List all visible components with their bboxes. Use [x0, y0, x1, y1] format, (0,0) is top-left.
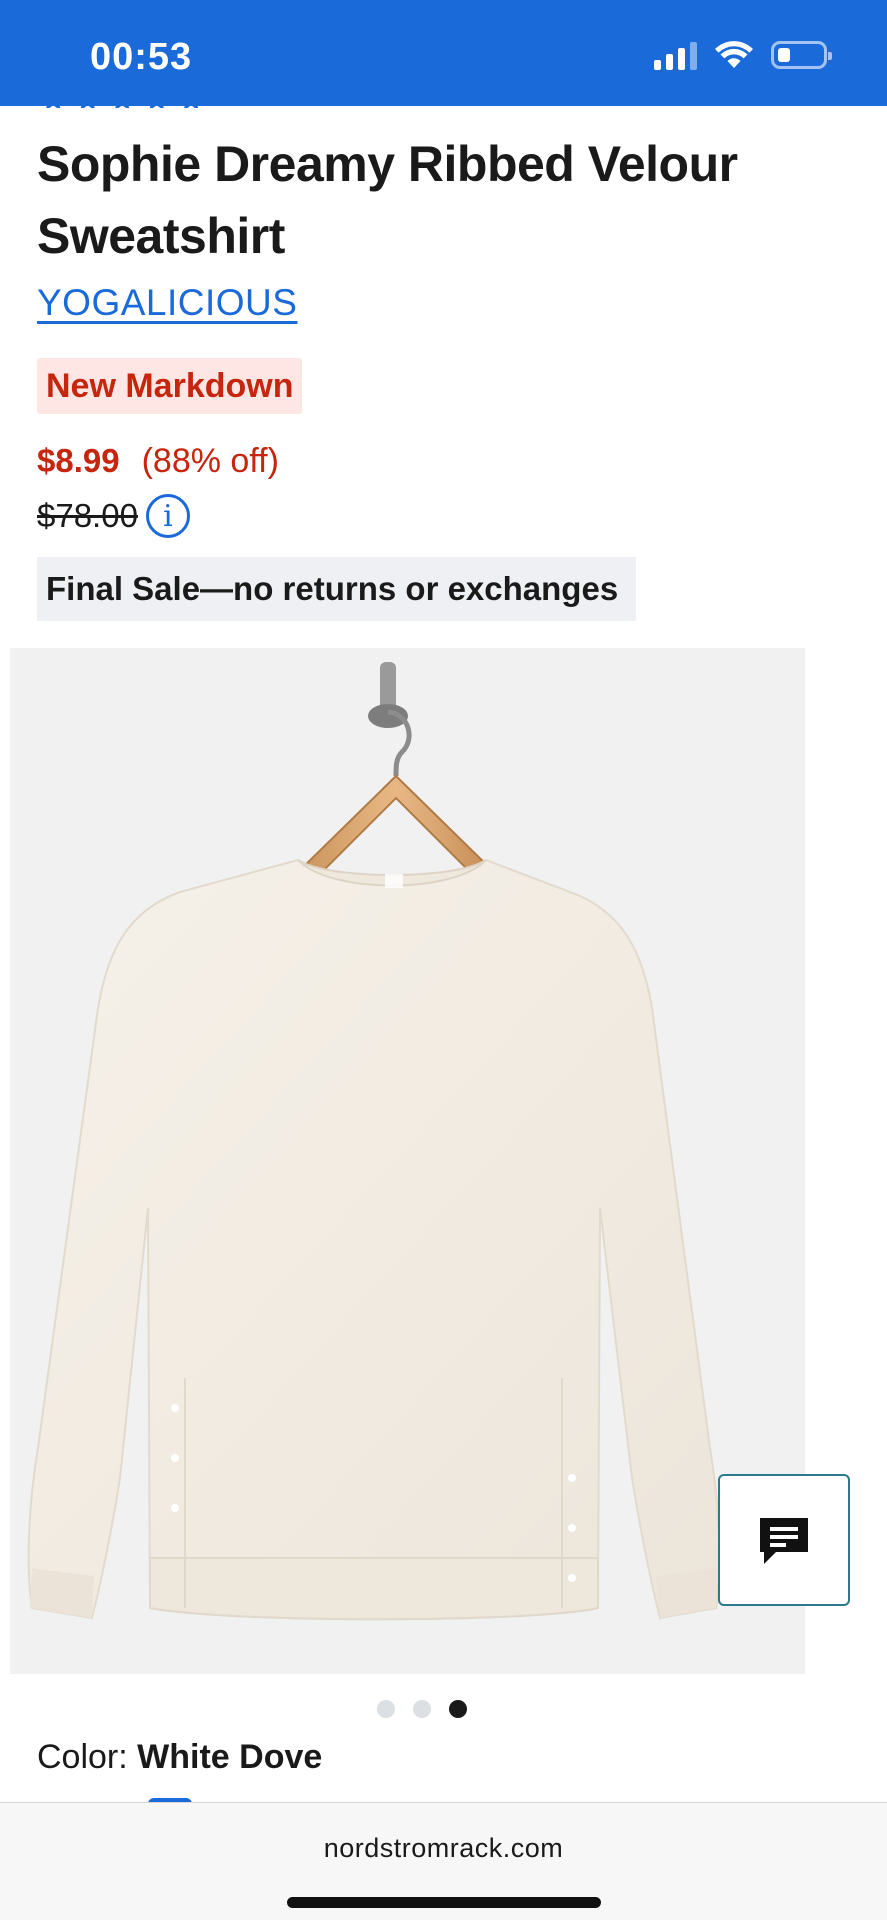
product-image[interactable] [10, 648, 805, 1674]
chat-icon [760, 1518, 808, 1564]
color-value: White Dove [137, 1738, 323, 1776]
chat-button[interactable] [718, 1474, 850, 1606]
image-carousel-dots [377, 1700, 467, 1718]
color-label: Color: [37, 1738, 128, 1776]
browser-url-bar[interactable]: nordstromrack.com [0, 1802, 887, 1920]
url-text[interactable]: nordstromrack.com [0, 1833, 887, 1864]
markdown-badge: New Markdown [37, 358, 303, 414]
status-icons [654, 40, 832, 70]
price-row: $8.99 (88% off) [37, 442, 279, 481]
final-sale-notice: Final Sale—no returns or exchanges [37, 557, 637, 621]
product-title: Sophie Dreamy Ribbed Velour Sweatshirt [37, 136, 738, 264]
battery-icon [771, 41, 832, 69]
sweatshirt-illustration [27, 662, 721, 1621]
status-time: 00:53 [90, 36, 193, 78]
discount-percent: (88% off) [141, 442, 279, 480]
status-bar: 00:53 [0, 0, 887, 106]
carousel-dot[interactable] [413, 1700, 431, 1718]
info-icon[interactable]: i [145, 494, 190, 538]
carousel-dot-active[interactable] [449, 1700, 467, 1718]
home-indicator[interactable] [287, 1897, 601, 1908]
original-price-row: $78.00 i [37, 494, 190, 538]
rating-stars-icon: ★★★★★ [38, 96, 338, 108]
sale-price: $8.99 [37, 442, 120, 479]
wifi-icon [715, 41, 753, 68]
brand-link[interactable]: YOGALICIOUS [37, 282, 297, 324]
signal-icon [654, 40, 697, 70]
carousel-dot[interactable] [377, 1700, 395, 1718]
color-selection: Color: White Dove [37, 1738, 322, 1777]
original-price: $78.00 [37, 497, 138, 534]
